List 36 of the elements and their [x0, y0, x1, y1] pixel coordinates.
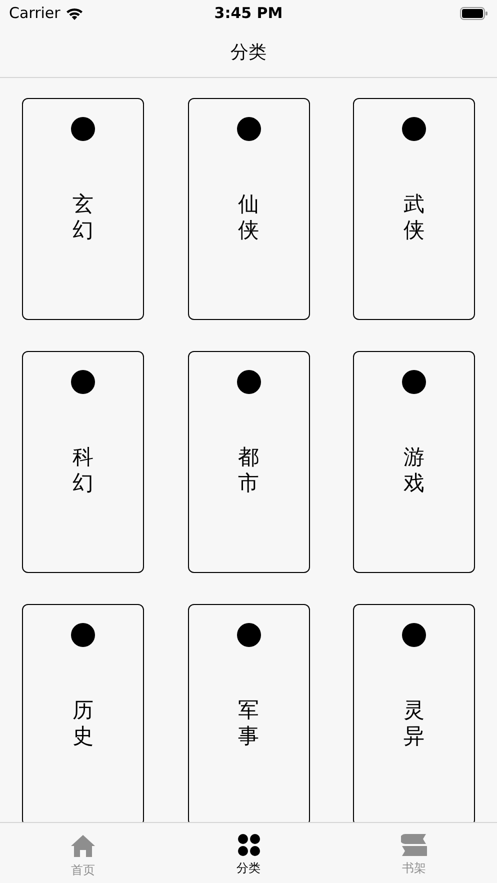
hole-dot [71, 370, 95, 394]
category-label: 历史 [72, 697, 94, 750]
category-card[interactable]: 武侠 [353, 98, 475, 320]
wifi-icon [66, 6, 84, 20]
category-label: 军事 [238, 697, 259, 750]
grid-icon [236, 833, 260, 857]
hole-dot [402, 117, 426, 141]
home-icon [70, 833, 96, 859]
category-card[interactable]: 灵异 [353, 604, 475, 822]
books-icon [401, 833, 428, 857]
status-time: 3:45 PM [214, 4, 283, 22]
hole-dot [402, 370, 426, 394]
category-card[interactable]: 仙侠 [188, 98, 310, 320]
category-card[interactable]: 科幻 [22, 351, 144, 573]
tab-bar-item[interactable]: 分类 [166, 823, 332, 883]
category-label: 武侠 [404, 191, 424, 244]
category-card[interactable]: 都市 [188, 351, 310, 573]
nav-title: 分类 [230, 40, 266, 64]
category-label: 游戏 [404, 444, 424, 496]
battery-icon [460, 6, 488, 20]
category-label: 仙侠 [238, 191, 259, 244]
category-label: 玄幻 [72, 191, 94, 244]
hole-dot [236, 117, 260, 141]
category-label: 都市 [238, 444, 259, 496]
category-label: 灵异 [404, 697, 424, 750]
category-card[interactable]: 游戏 [353, 351, 475, 573]
hole-dot [71, 117, 95, 141]
category-card[interactable]: 军事 [188, 604, 310, 822]
hole-dot [236, 370, 260, 394]
category-label: 科幻 [72, 444, 94, 496]
hole-dot [402, 623, 426, 647]
hole-dot [236, 623, 260, 647]
hole-dot [71, 623, 95, 647]
category-card[interactable]: 玄幻 [22, 98, 144, 320]
category-card[interactable]: 历史 [22, 604, 144, 822]
carrier-name: Carrier [9, 4, 60, 22]
